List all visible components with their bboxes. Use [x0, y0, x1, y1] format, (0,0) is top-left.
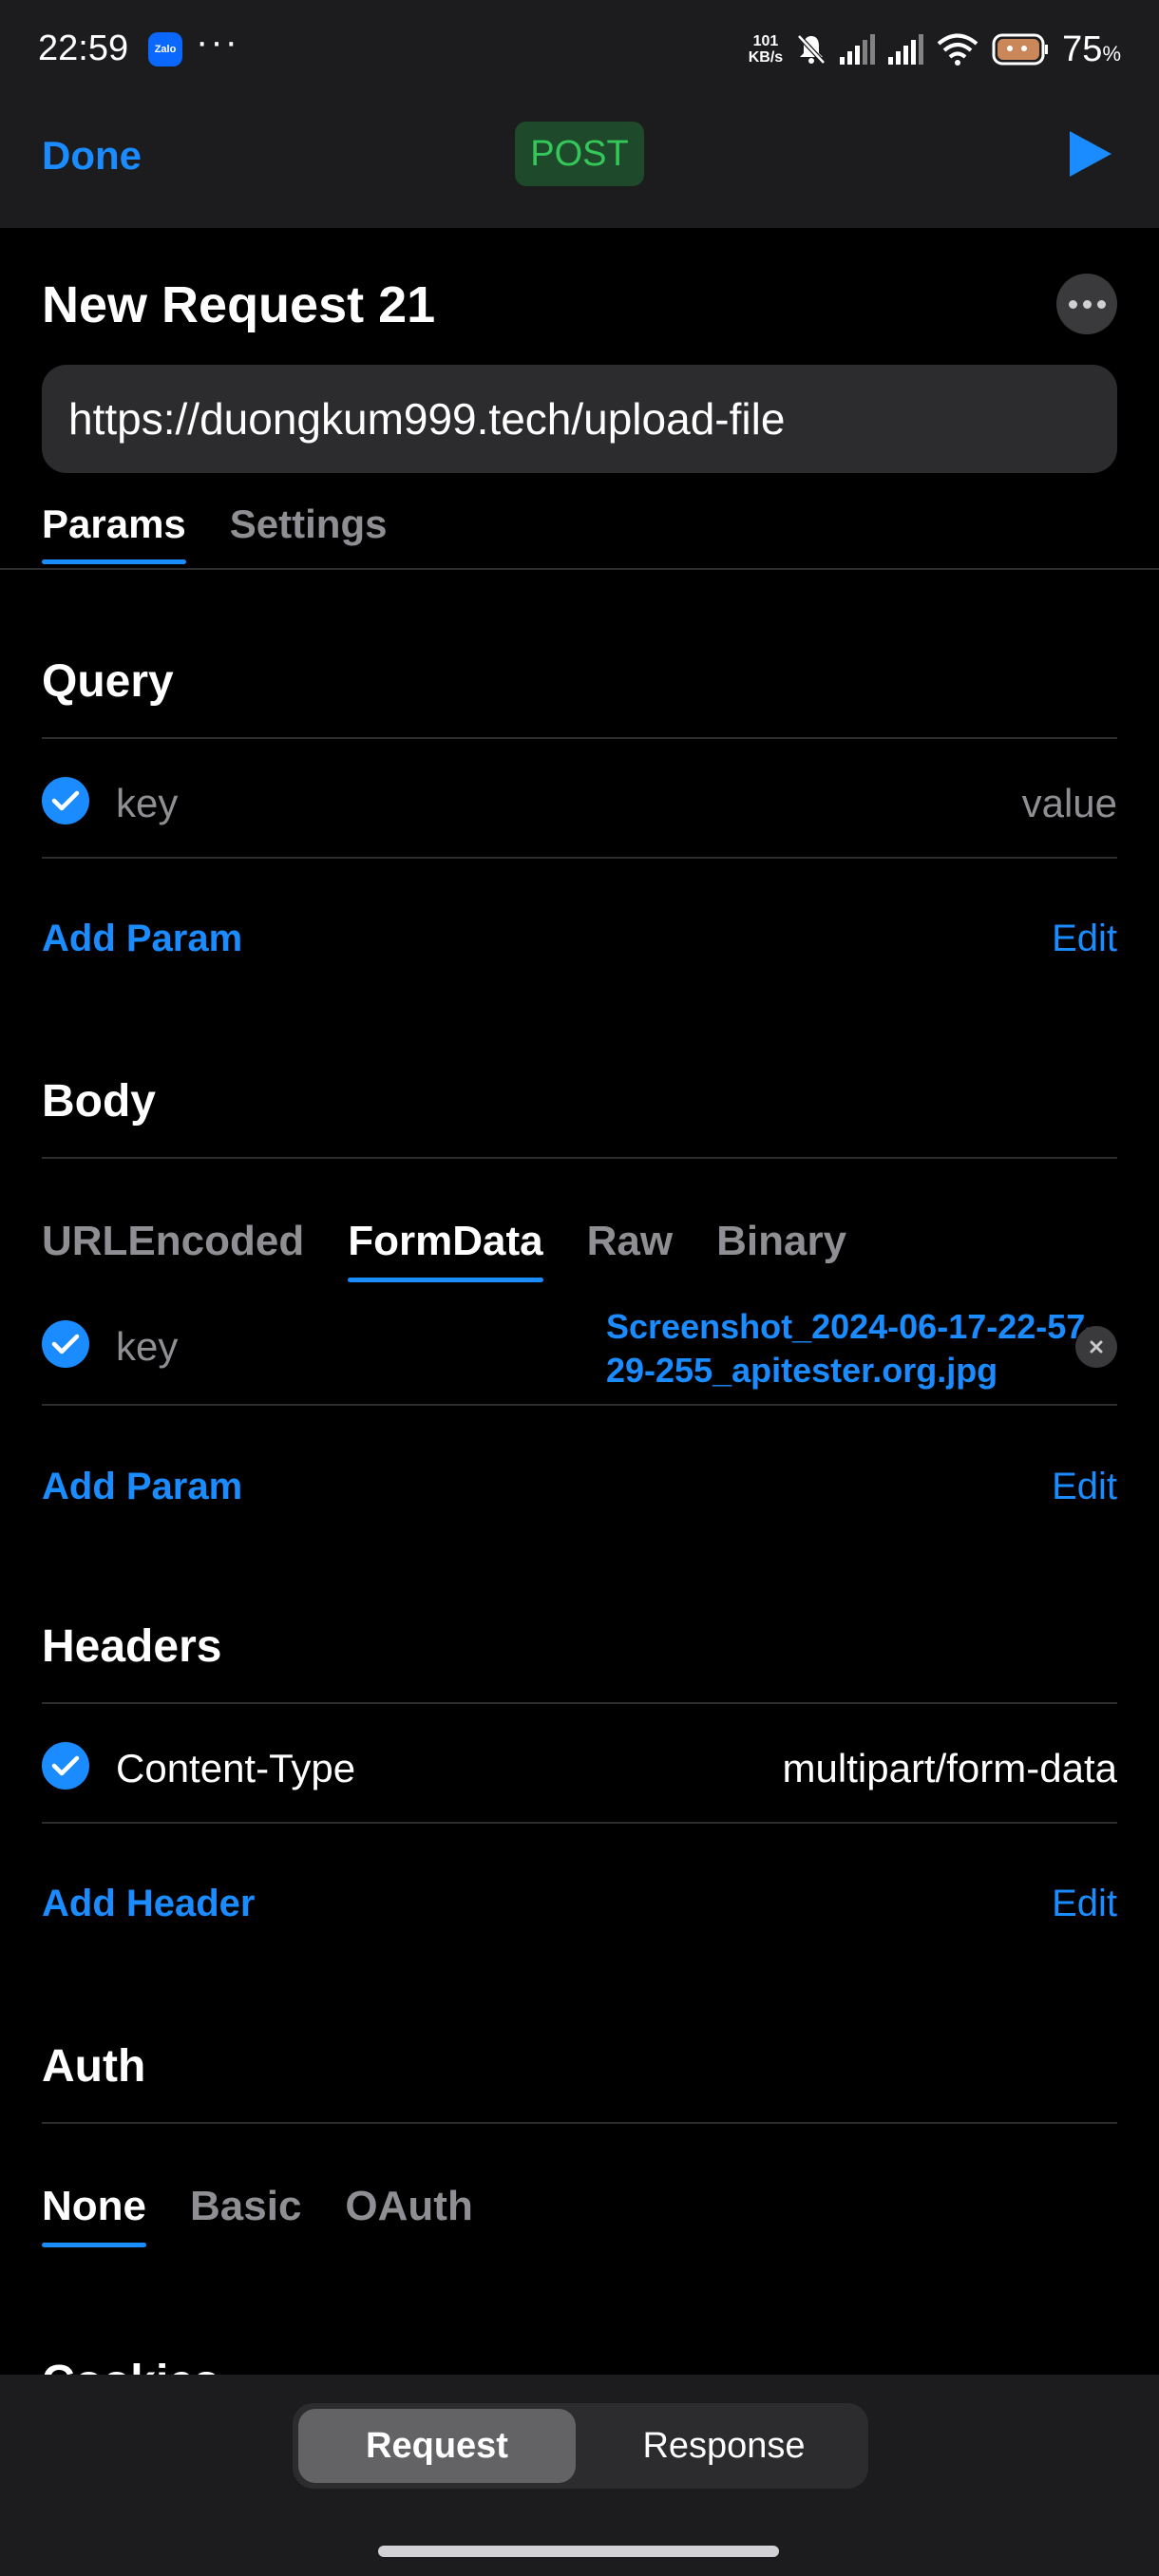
add-query-param-button[interactable]: Add Param: [42, 918, 242, 960]
headers-section-title: Headers: [42, 1621, 222, 1672]
selected-file-link[interactable]: Screenshot_2024-06-17-22-57-29-255_apite…: [606, 1305, 1110, 1392]
tab-settings[interactable]: Settings: [230, 502, 388, 564]
param-key[interactable]: key: [116, 1324, 178, 1370]
tab-formdata[interactable]: FormData: [348, 1218, 543, 1282]
request-response-switch: Request Response: [293, 2403, 868, 2489]
response-segment[interactable]: Response: [585, 2409, 863, 2483]
tab-urlencoded[interactable]: URLEncoded: [42, 1218, 304, 1282]
battery-icon: [992, 33, 1049, 66]
tab-auth-oauth[interactable]: OAuth: [345, 2183, 472, 2247]
auth-type-tabs: None Basic OAuth: [42, 2183, 473, 2247]
request-title[interactable]: New Request 21: [42, 275, 435, 334]
method-badge[interactable]: POST: [515, 122, 644, 186]
auth-section-title: Auth: [42, 2041, 146, 2092]
signal-icon-2: [888, 34, 924, 65]
zalo-icon: Zalo: [148, 32, 182, 66]
mute-bell-icon: [797, 34, 826, 65]
header-value[interactable]: multipart/form-data: [783, 1746, 1117, 1791]
request-segment[interactable]: Request: [298, 2409, 576, 2483]
edit-body-button[interactable]: Edit: [1052, 1466, 1117, 1508]
formdata-param-row[interactable]: key Screenshot_2024-06-17-22-57-29-255_a…: [42, 1288, 1117, 1406]
divider: [42, 1157, 1117, 1159]
home-indicator[interactable]: [378, 2546, 779, 2557]
done-button[interactable]: Done: [42, 133, 142, 179]
divider: [0, 568, 1159, 570]
nav-bar: Done POST: [0, 95, 1159, 228]
body-type-tabs: URLEncoded FormData Raw Binary: [42, 1218, 846, 1282]
edit-query-button[interactable]: Edit: [1052, 918, 1117, 960]
header-key[interactable]: Content-Type: [116, 1746, 355, 1791]
body-section-title: Body: [42, 1076, 156, 1127]
url-input[interactable]: https://duongkum999.tech/upload-file: [42, 365, 1117, 473]
bottom-bar: Request Response: [0, 2375, 1159, 2576]
tab-binary[interactable]: Binary: [716, 1218, 846, 1282]
edit-headers-button[interactable]: Edit: [1052, 1883, 1117, 1925]
header-row[interactable]: Content-Type multipart/form-data: [42, 1706, 1117, 1820]
send-play-icon[interactable]: [1068, 129, 1113, 179]
more-notifications-icon: ···: [196, 21, 239, 63]
tab-auth-basic[interactable]: Basic: [190, 2183, 301, 2247]
request-tabs: Params Settings: [42, 502, 387, 564]
status-bar: 22:59 Zalo ··· 101 KB/s 75%: [0, 0, 1159, 95]
tab-auth-none[interactable]: None: [42, 2183, 146, 2247]
divider: [42, 1404, 1117, 1406]
divider: [42, 1822, 1117, 1824]
param-value[interactable]: value: [1022, 781, 1117, 826]
divider: [42, 2122, 1117, 2124]
divider: [42, 1702, 1117, 1704]
divider: [42, 857, 1117, 859]
query-param-row[interactable]: key value: [42, 741, 1117, 855]
battery-level: 75%: [1062, 28, 1121, 69]
checkmark-icon[interactable]: [42, 1742, 89, 1790]
param-key[interactable]: key: [116, 781, 178, 826]
add-body-param-button[interactable]: Add Param: [42, 1466, 242, 1508]
query-section-title: Query: [42, 656, 174, 707]
net-speed: 101 KB/s: [748, 33, 784, 66]
add-header-button[interactable]: Add Header: [42, 1883, 256, 1925]
tab-raw[interactable]: Raw: [587, 1218, 673, 1282]
signal-icon: [840, 34, 876, 65]
tab-params[interactable]: Params: [42, 502, 186, 564]
checkmark-icon[interactable]: [42, 777, 89, 824]
more-options-icon[interactable]: [1056, 274, 1117, 334]
checkmark-icon[interactable]: [42, 1320, 89, 1368]
divider: [42, 737, 1117, 739]
clear-icon[interactable]: [1075, 1326, 1117, 1368]
status-time: 22:59: [38, 28, 129, 68]
wifi-icon: [937, 33, 978, 66]
